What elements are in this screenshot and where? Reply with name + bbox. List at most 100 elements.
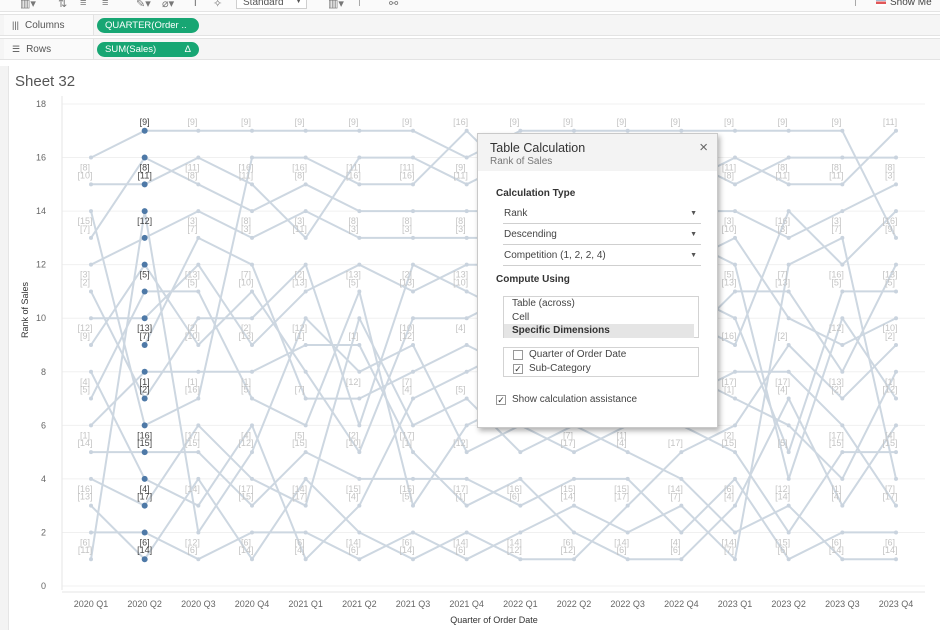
data-point[interactable] (786, 423, 791, 428)
data-point[interactable] (411, 503, 415, 508)
data-point[interactable] (786, 450, 791, 455)
data-point[interactable] (411, 476, 415, 481)
data-point[interactable] (89, 316, 93, 321)
data-point[interactable] (894, 128, 898, 133)
data-point[interactable] (89, 396, 93, 401)
data-point[interactable] (303, 369, 308, 374)
data-point[interactable] (840, 155, 845, 160)
data-point[interactable] (141, 422, 148, 429)
data-point[interactable] (464, 530, 469, 535)
data-point[interactable] (840, 235, 845, 240)
data-point[interactable] (141, 368, 148, 375)
data-point[interactable] (786, 557, 791, 562)
data-point[interactable] (196, 316, 201, 321)
data-point[interactable] (357, 155, 362, 160)
data-point[interactable] (141, 181, 148, 188)
data-point[interactable] (733, 209, 737, 214)
data-point[interactable] (303, 557, 308, 562)
data-point[interactable] (196, 530, 201, 535)
data-point[interactable] (464, 450, 469, 455)
data-point[interactable] (357, 182, 362, 187)
data-point[interactable] (141, 529, 148, 536)
data-point[interactable] (679, 476, 684, 481)
data-point[interactable] (250, 155, 254, 160)
data-point[interactable] (894, 503, 898, 508)
data-point[interactable] (894, 557, 898, 562)
data-point[interactable] (572, 476, 576, 481)
data-point[interactable] (464, 235, 469, 240)
data-point[interactable] (840, 262, 845, 267)
data-point[interactable] (411, 396, 415, 401)
data-point[interactable] (196, 262, 201, 267)
data-point[interactable] (733, 396, 737, 401)
data-point[interactable] (464, 262, 469, 267)
data-point[interactable] (411, 155, 415, 160)
data-point[interactable] (250, 396, 254, 401)
data-point[interactable] (840, 369, 845, 374)
data-point[interactable] (572, 557, 576, 562)
data-point[interactable] (250, 289, 254, 294)
data-point[interactable] (786, 262, 791, 267)
data-point[interactable] (250, 450, 254, 455)
data-point[interactable] (411, 128, 415, 133)
data-point[interactable] (141, 556, 148, 563)
data-point[interactable] (786, 289, 791, 294)
data-point[interactable] (303, 262, 308, 267)
data-point[interactable] (196, 289, 201, 294)
compute-option-cell[interactable]: Cell (504, 311, 694, 325)
data-point[interactable] (894, 369, 898, 374)
data-point[interactable] (141, 261, 148, 268)
data-point[interactable] (196, 396, 201, 401)
data-point[interactable] (840, 530, 845, 535)
data-point[interactable] (733, 369, 737, 374)
data-point[interactable] (733, 155, 737, 160)
data-point[interactable] (733, 423, 737, 428)
data-point[interactable] (89, 155, 93, 160)
data-point[interactable] (141, 154, 148, 161)
data-point[interactable] (250, 128, 254, 133)
data-point[interactable] (250, 503, 254, 508)
data-point[interactable] (303, 503, 308, 508)
data-point[interactable] (196, 155, 201, 160)
data-point[interactable] (303, 343, 308, 347)
data-point[interactable] (894, 289, 898, 294)
data-point[interactable] (357, 128, 362, 133)
data-point[interactable] (357, 476, 362, 481)
data-point[interactable] (141, 234, 148, 241)
data-point[interactable] (464, 128, 469, 133)
data-point[interactable] (196, 423, 201, 428)
data-point[interactable] (89, 450, 93, 455)
data-point[interactable] (894, 343, 898, 347)
data-point[interactable] (894, 316, 898, 321)
data-point[interactable] (250, 235, 254, 240)
data-point[interactable] (464, 476, 469, 481)
data-point[interactable] (196, 450, 201, 455)
data-point[interactable] (89, 423, 93, 428)
assistance-checkbox[interactable]: ✓ (496, 394, 506, 405)
data-point[interactable] (464, 369, 469, 374)
compute-option-table-across[interactable]: Table (across) (504, 297, 694, 311)
data-point[interactable] (464, 209, 469, 214)
data-point[interactable] (733, 343, 737, 347)
data-point[interactable] (840, 450, 845, 455)
data-point[interactable] (786, 530, 791, 535)
data-point[interactable] (464, 289, 469, 294)
data-point[interactable] (518, 476, 523, 481)
data-point[interactable] (411, 557, 415, 562)
data-point[interactable] (894, 476, 898, 481)
data-point[interactable] (786, 476, 791, 481)
data-point[interactable] (518, 530, 523, 535)
data-point[interactable] (894, 262, 898, 267)
data-point[interactable] (840, 396, 845, 401)
data-point[interactable] (679, 450, 684, 455)
data-point[interactable] (141, 449, 148, 456)
data-point[interactable] (894, 530, 898, 535)
data-point[interactable] (894, 209, 898, 214)
data-point[interactable] (786, 209, 791, 214)
data-point[interactable] (250, 182, 254, 187)
data-point[interactable] (786, 503, 791, 508)
calculation-type-dropdown[interactable]: Rank ▼ (503, 206, 701, 224)
data-point[interactable] (411, 289, 415, 294)
data-point[interactable] (894, 396, 898, 401)
data-point[interactable] (518, 450, 523, 455)
